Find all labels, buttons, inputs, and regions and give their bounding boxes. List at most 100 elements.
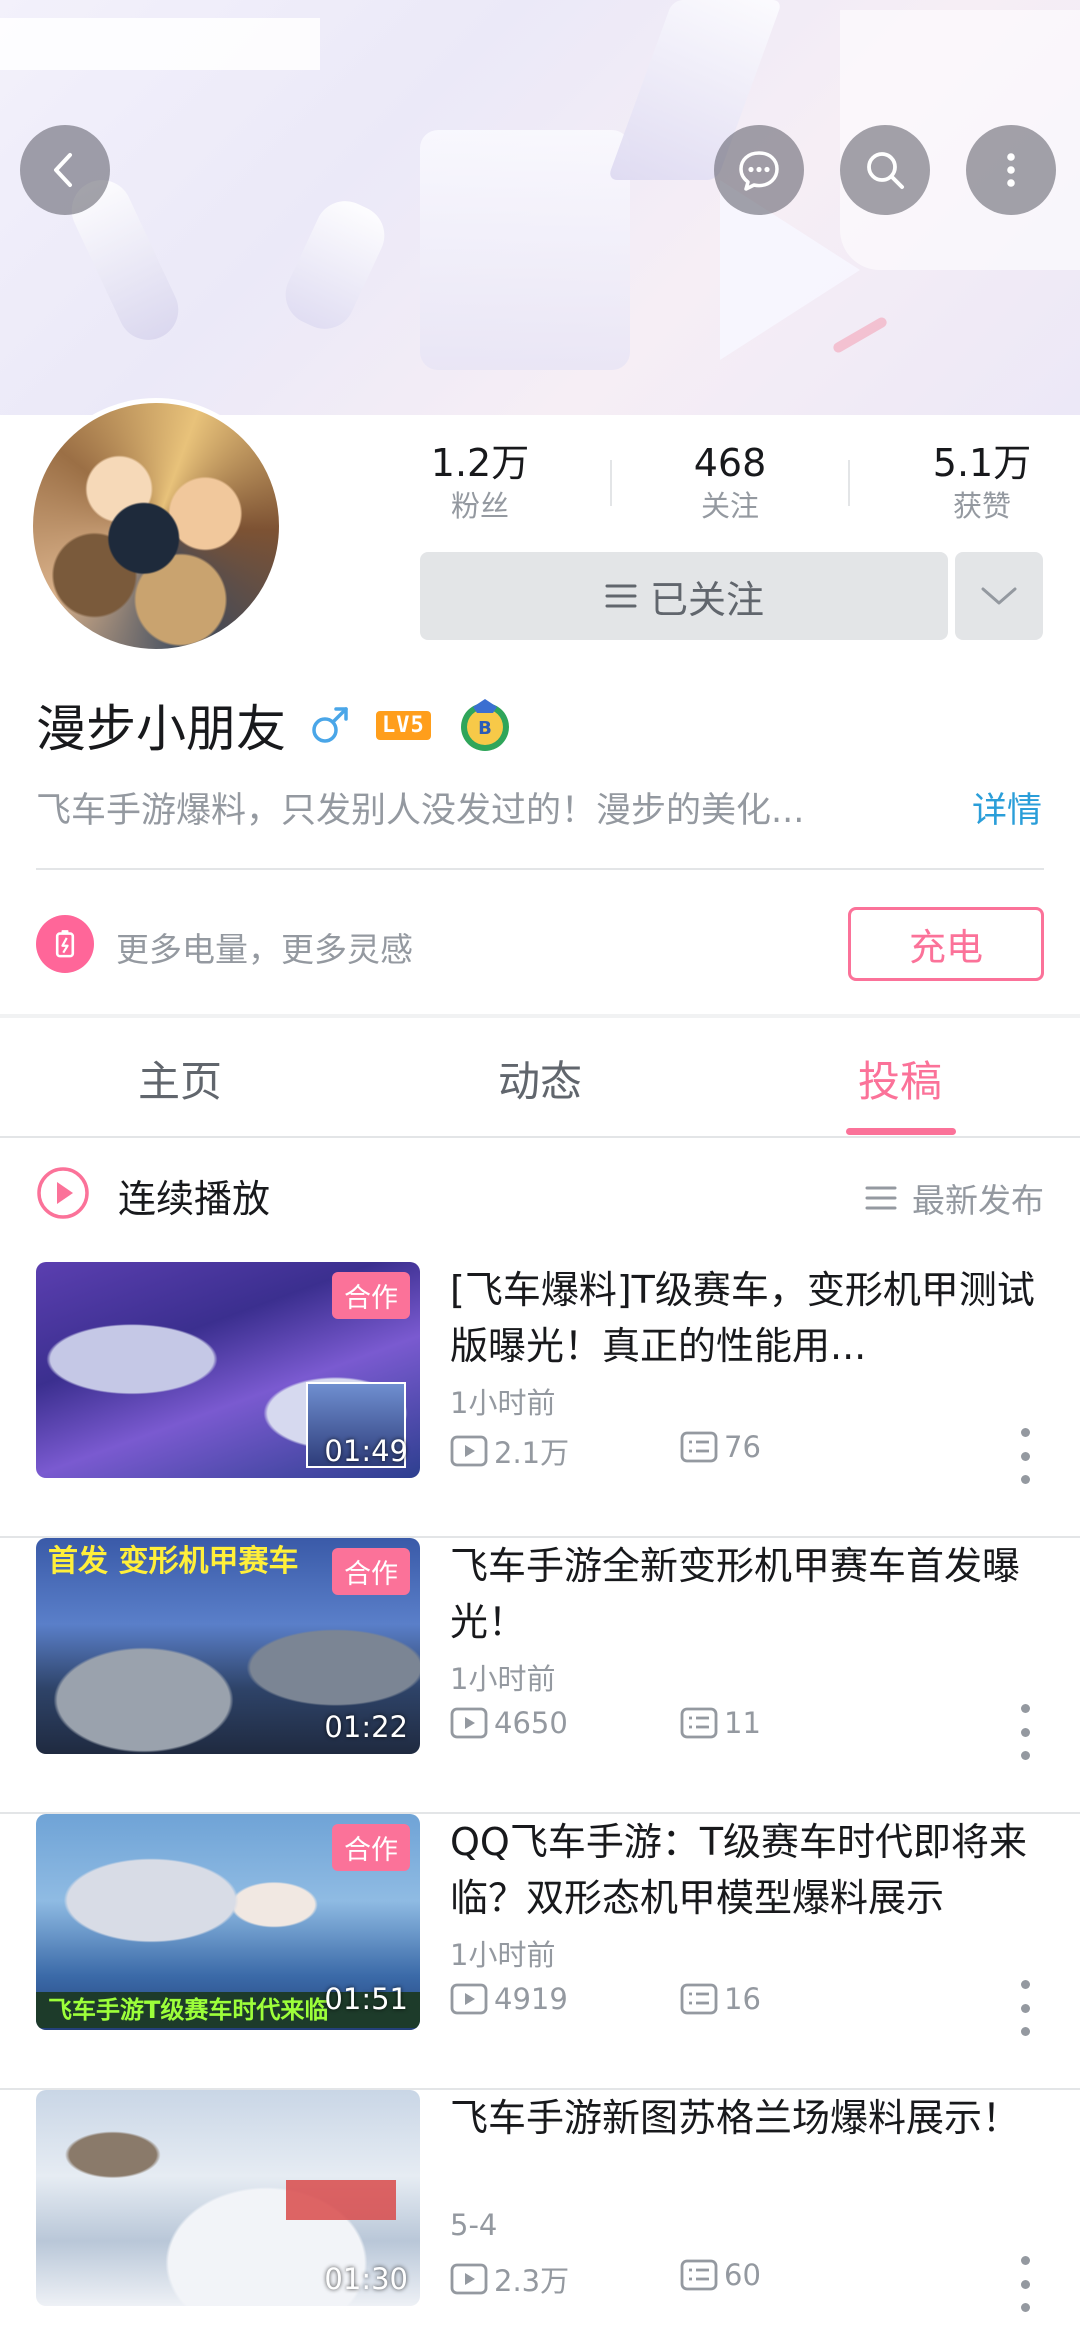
level-badge: LV5 bbox=[376, 710, 431, 740]
search-icon bbox=[867, 152, 904, 189]
tab-dynamic[interactable]: 动态 bbox=[440, 1048, 640, 1109]
video-more-icon[interactable] bbox=[1010, 1704, 1040, 1760]
video-item[interactable]: 首发 变形机甲赛车 合作 01:22 飞车手游全新变形机甲赛车首发曝光！ 1小时… bbox=[0, 1538, 1080, 1814]
profile-tabs: 主页 动态 投稿 bbox=[0, 1018, 1080, 1138]
message-button[interactable] bbox=[714, 125, 804, 215]
view-count-value: 2.1万 bbox=[494, 1436, 570, 1470]
video-thumbnail[interactable]: 01:30 bbox=[36, 2090, 420, 2306]
video-time: 1小时前 bbox=[450, 1938, 556, 1972]
danmaku-icon bbox=[680, 1431, 718, 1463]
danmaku-count: 60 bbox=[680, 2258, 761, 2292]
video-item[interactable]: 飞车手游T级赛车时代来临 合作 01:51 QQ飞车手游：T级赛车时代即将来临？… bbox=[0, 1814, 1080, 2090]
charge-button[interactable]: 充电 bbox=[848, 907, 1044, 981]
video-duration: 01:49 bbox=[324, 1434, 408, 1468]
menu-lines-icon bbox=[605, 584, 637, 608]
danmaku-icon bbox=[680, 1983, 718, 2015]
sort-lines-icon bbox=[865, 1186, 897, 1210]
back-arrow-icon bbox=[54, 153, 72, 187]
divider bbox=[36, 868, 1044, 870]
tab-home[interactable]: 主页 bbox=[80, 1048, 280, 1109]
video-item[interactable]: 合作 01:49 [飞车爆料]T级赛车，变形机甲测试版曝光！真正的性能用... … bbox=[0, 1262, 1080, 1538]
charge-row: 更多电量，更多灵感 充电 bbox=[36, 905, 1044, 985]
stat-likes-value: 5.1万 bbox=[932, 441, 1032, 485]
battery-icon bbox=[36, 915, 94, 973]
danmaku-count-value: 11 bbox=[724, 1706, 761, 1740]
profile-stats: 1.2万 粉丝 468 关注 5.1万 获赞 bbox=[400, 440, 1060, 530]
video-time: 1小时前 bbox=[450, 1662, 556, 1696]
danmaku-count: 76 bbox=[680, 1430, 761, 1464]
video-more-icon[interactable] bbox=[1010, 1428, 1040, 1484]
view-count: 2.1万 bbox=[450, 1430, 569, 1472]
detail-link[interactable]: 详情 bbox=[972, 782, 1042, 833]
video-time: 5-4 bbox=[450, 2208, 498, 2242]
video-more-icon[interactable] bbox=[1010, 2256, 1040, 2312]
sort-button[interactable]: 最新发布 bbox=[864, 1174, 1044, 1222]
follow-dropdown-button[interactable] bbox=[955, 552, 1043, 640]
danmaku-count: 11 bbox=[680, 1706, 761, 1740]
video-thumbnail[interactable]: 合作 01:49 bbox=[36, 1262, 420, 1478]
view-count: 2.3万 bbox=[450, 2258, 569, 2300]
search-button[interactable] bbox=[840, 125, 930, 215]
status-bar bbox=[0, 18, 320, 70]
play-circle-icon[interactable] bbox=[36, 1166, 90, 1220]
video-thumbnail[interactable]: 首发 变形机甲赛车 合作 01:22 bbox=[36, 1538, 420, 1754]
coop-badge: 合作 bbox=[332, 1824, 410, 1871]
charge-text: 更多电量，更多灵感 bbox=[116, 930, 413, 969]
continuous-play-label[interactable]: 连续播放 bbox=[118, 1168, 270, 1223]
user-name: 漫步小朋友 bbox=[36, 700, 286, 758]
playlist-bar: 连续播放 最新发布 bbox=[36, 1160, 1044, 1230]
video-title[interactable]: QQ飞车手游：T级赛车时代即将来临？双形态机甲模型爆料展示 bbox=[450, 1814, 1050, 1926]
video-title[interactable]: 飞车手游全新变形机甲赛车首发曝光！ bbox=[450, 1538, 1050, 1650]
video-duration: 01:22 bbox=[324, 1710, 408, 1744]
video-duration: 01:30 bbox=[324, 2262, 408, 2296]
danmaku-count-value: 60 bbox=[724, 2258, 761, 2292]
view-count-value: 4650 bbox=[494, 1706, 568, 1740]
view-count-value: 4919 bbox=[494, 1982, 568, 2016]
svg-text:B: B bbox=[478, 718, 492, 739]
followed-label: 已关注 bbox=[649, 577, 764, 622]
danmaku-count-value: 16 bbox=[724, 1982, 761, 2016]
play-count-icon bbox=[450, 2263, 488, 2295]
video-thumbnail[interactable]: 飞车手游T级赛车时代来临 合作 01:51 bbox=[36, 1814, 420, 2030]
video-title[interactable]: 飞车手游新图苏格兰场爆料展示！ bbox=[450, 2090, 1050, 2146]
stat-divider bbox=[848, 460, 850, 506]
sort-label: 最新发布 bbox=[912, 1181, 1044, 1220]
view-count: 4650 bbox=[450, 1706, 568, 1740]
stat-divider bbox=[610, 460, 612, 506]
tab-uploads[interactable]: 投稿 bbox=[800, 1048, 1000, 1109]
coop-badge: 合作 bbox=[332, 1548, 410, 1595]
view-count: 4919 bbox=[450, 1982, 568, 2016]
medal-icon[interactable]: B bbox=[455, 695, 515, 755]
danmaku-icon bbox=[680, 2259, 718, 2291]
play-count-icon bbox=[450, 1983, 488, 2015]
danmaku-count-value: 76 bbox=[724, 1430, 761, 1464]
stat-fans-value: 1.2万 bbox=[430, 441, 530, 485]
video-time: 1小时前 bbox=[450, 1386, 556, 1420]
more-vertical-icon bbox=[1007, 153, 1015, 187]
stat-fans-label: 粉丝 bbox=[450, 489, 509, 523]
message-bubble-icon bbox=[739, 151, 779, 191]
stat-following-value: 468 bbox=[693, 441, 767, 485]
profile-banner bbox=[0, 0, 1080, 415]
video-item[interactable]: 01:30 飞车手游新图苏格兰场爆料展示！ 5-4 2.3万 60 bbox=[0, 2090, 1080, 2340]
view-count-value: 2.3万 bbox=[494, 2264, 570, 2298]
followed-button[interactable]: 已关注 bbox=[420, 552, 948, 640]
male-gender-icon bbox=[312, 707, 348, 743]
user-bio: 飞车手游爆料，只发别人没发过的！漫步的美化... bbox=[36, 791, 805, 831]
stat-following[interactable]: 468 关注 bbox=[630, 440, 830, 526]
stat-likes: 5.1万 获赞 bbox=[882, 440, 1080, 526]
chevron-down-icon bbox=[981, 587, 1017, 605]
more-button[interactable] bbox=[966, 125, 1056, 215]
danmaku-count: 16 bbox=[680, 1982, 761, 2016]
video-duration: 01:51 bbox=[324, 1982, 408, 2016]
coop-badge: 合作 bbox=[332, 1272, 410, 1319]
video-more-icon[interactable] bbox=[1010, 1980, 1040, 2036]
video-title[interactable]: [飞车爆料]T级赛车，变形机甲测试版曝光！真正的性能用... bbox=[450, 1262, 1050, 1374]
name-row: 漫步小朋友 LV5 B bbox=[36, 690, 515, 760]
video-list: 合作 01:49 [飞车爆料]T级赛车，变形机甲测试版曝光！真正的性能用... … bbox=[0, 1262, 1080, 2340]
stat-fans[interactable]: 1.2万 粉丝 bbox=[380, 440, 580, 526]
stat-likes-label: 获赞 bbox=[952, 489, 1011, 523]
avatar[interactable] bbox=[28, 398, 284, 654]
play-count-icon bbox=[450, 1435, 488, 1467]
back-button[interactable] bbox=[20, 125, 110, 215]
